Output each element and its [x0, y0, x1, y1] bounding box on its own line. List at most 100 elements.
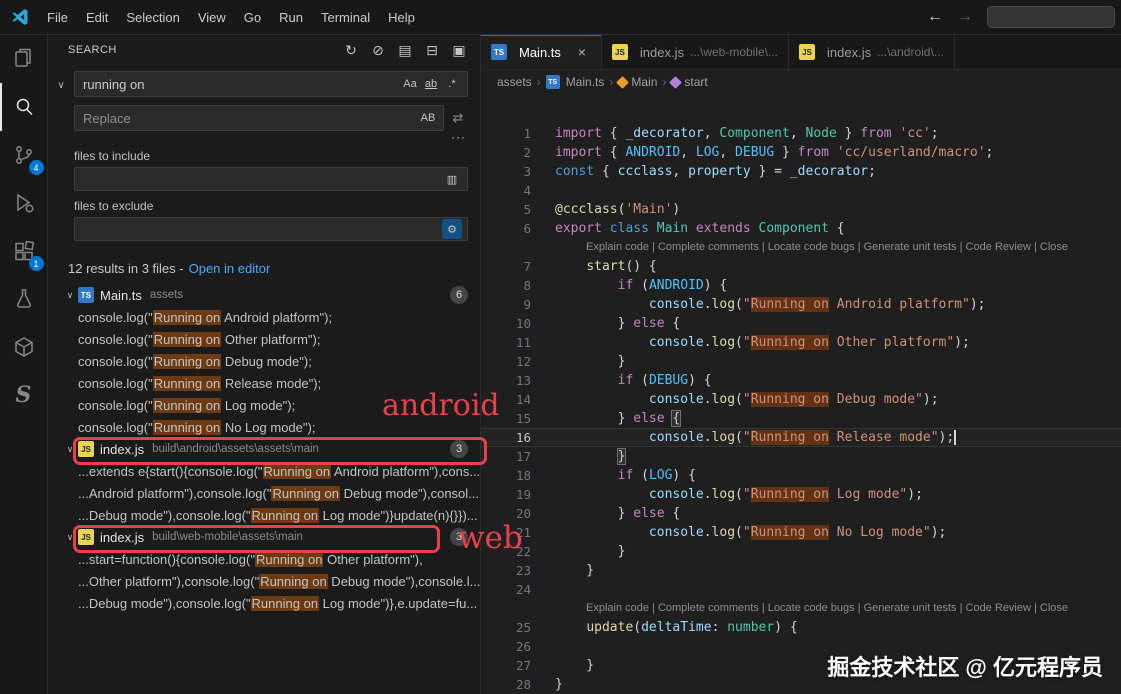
line-number[interactable]: 18 — [481, 466, 531, 485]
code-line[interactable]: 25 update(deltaTime: number) { — [481, 618, 1121, 637]
replace-input[interactable] — [74, 105, 444, 131]
line-number[interactable]: 23 — [481, 561, 531, 580]
tab-index.js[interactable]: JSindex.js...\android\... — [789, 35, 955, 69]
search-result-row[interactable]: console.log("Running on Debug mode"); — [48, 350, 480, 372]
code-line[interactable]: 12 } — [481, 352, 1121, 371]
menu-selection[interactable]: Selection — [117, 6, 188, 29]
tab-main.ts[interactable]: TSMain.ts× — [481, 35, 602, 69]
preserve-case-icon[interactable]: AB — [418, 108, 438, 128]
line-number[interactable]: 7 — [481, 257, 531, 276]
explorer-icon[interactable] — [0, 35, 48, 83]
line-number[interactable]: 1 — [481, 124, 531, 143]
code-line[interactable]: 6export class Main extends Component { — [481, 219, 1121, 238]
search-result-row[interactable]: ...Debug mode"),console.log("Running on … — [48, 592, 480, 614]
code-line[interactable]: 20 } else { — [481, 504, 1121, 523]
line-number[interactable]: 8 — [481, 276, 531, 295]
ai-codelens-actions[interactable]: Explain code | Complete comments | Locat… — [586, 599, 1068, 618]
regex-icon[interactable]: .* — [442, 74, 462, 94]
code-line[interactable]: 8 if (ANDROID) { — [481, 276, 1121, 295]
result-file-row[interactable]: ∨JSindex.jsbuild\web-mobile\assets\main3 — [48, 526, 480, 548]
line-number[interactable]: 19 — [481, 485, 531, 504]
search-details-toggle-icon[interactable]: ··· — [74, 132, 466, 145]
search-result-row[interactable]: ...start=function(){console.log("Running… — [48, 548, 480, 570]
line-number[interactable]: 12 — [481, 352, 531, 371]
whole-word-icon[interactable]: ab — [421, 74, 441, 94]
s-extension-icon[interactable]: S — [0, 371, 48, 419]
extensions-icon[interactable]: 1 — [0, 227, 48, 275]
toggle-replace-chevron-icon[interactable]: ∨ — [53, 77, 69, 93]
code-line[interactable]: 4 — [481, 181, 1121, 200]
code-line[interactable]: 18 if (LOG) { — [481, 466, 1121, 485]
code-line[interactable]: 19 console.log("Running on Log mode"); — [481, 485, 1121, 504]
new-search-editor-icon[interactable]: ▤ — [394, 39, 416, 61]
menu-go[interactable]: Go — [235, 6, 270, 29]
code-line[interactable]: 1import { _decorator, Component, Node } … — [481, 124, 1121, 143]
files-to-include-input[interactable] — [74, 167, 468, 191]
code-line[interactable]: 17 } — [481, 447, 1121, 466]
forward-arrow-icon[interactable]: → — [957, 9, 973, 25]
search-result-row[interactable]: ...extends e{start(){console.log("Runnin… — [48, 460, 480, 482]
line-number[interactable]: 26 — [481, 637, 531, 656]
menu-edit[interactable]: Edit — [77, 6, 117, 29]
command-center[interactable] — [987, 6, 1115, 28]
run-debug-icon[interactable] — [0, 179, 48, 227]
search-icon[interactable] — [0, 83, 48, 131]
close-tab-icon[interactable]: × — [573, 43, 591, 61]
breadcrumb-assets[interactable]: assets — [497, 75, 532, 89]
menu-run[interactable]: Run — [270, 6, 312, 29]
menu-help[interactable]: Help — [379, 6, 424, 29]
line-number[interactable]: 28 — [481, 675, 531, 694]
open-in-editor-link[interactable]: Open in editor — [189, 261, 271, 276]
search-result-row[interactable]: ...Android platform"),console.log("Runni… — [48, 482, 480, 504]
menu-file[interactable]: File — [38, 6, 77, 29]
breadcrumb-main.ts[interactable]: TSMain.ts — [546, 75, 605, 89]
refresh-icon[interactable]: ↻ — [340, 39, 362, 61]
line-number[interactable]: 5 — [481, 200, 531, 219]
line-number[interactable]: 24 — [481, 580, 531, 599]
result-file-row[interactable]: ∨JSindex.jsbuild\android\assets\assets\m… — [48, 438, 480, 460]
menu-view[interactable]: View — [189, 6, 235, 29]
code-line[interactable]: 3const { ccclass, property } = _decorato… — [481, 162, 1121, 181]
ai-codelens-actions[interactable]: Explain code | Complete comments | Locat… — [586, 238, 1068, 257]
replace-all-icon[interactable]: ⇄ — [448, 108, 468, 128]
back-arrow-icon[interactable]: ← — [927, 9, 943, 25]
files-to-exclude-input[interactable] — [74, 217, 468, 241]
breadcrumb-main[interactable]: Main — [618, 75, 657, 89]
line-number[interactable]: 27 — [481, 656, 531, 675]
search-result-row[interactable]: console.log("Running on Android platform… — [48, 306, 480, 328]
cube-extension-icon[interactable] — [0, 323, 48, 371]
menu-terminal[interactable]: Terminal — [312, 6, 379, 29]
code-line[interactable]: 23 } — [481, 561, 1121, 580]
search-result-row[interactable]: console.log("Running on Other platform")… — [48, 328, 480, 350]
line-number[interactable]: 17 — [481, 447, 531, 466]
view-as-tree-icon[interactable]: ▣ — [448, 39, 470, 61]
search-result-row[interactable]: ...Debug mode"),console.log("Running on … — [48, 504, 480, 526]
use-exclude-settings-icon[interactable]: ⚙ — [442, 219, 462, 239]
code-line[interactable]: 5@ccclass('Main') — [481, 200, 1121, 219]
breadcrumb-start[interactable]: start — [671, 75, 707, 89]
code-line[interactable]: 10 } else { — [481, 314, 1121, 333]
line-number[interactable]: 2 — [481, 143, 531, 162]
tab-index.js[interactable]: JSindex.js...\web-mobile\... — [602, 35, 789, 69]
line-number[interactable]: 25 — [481, 618, 531, 637]
line-number[interactable]: 4 — [481, 181, 531, 200]
code-line[interactable]: 14 console.log("Running on Debug mode"); — [481, 390, 1121, 409]
match-case-icon[interactable]: Aa — [400, 74, 420, 94]
line-number[interactable]: 11 — [481, 333, 531, 352]
line-number[interactable]: 16 — [481, 428, 531, 447]
open-editors-only-icon[interactable]: ▥ — [442, 169, 462, 189]
collapse-all-icon[interactable]: ⊟ — [421, 39, 443, 61]
code-line[interactable]: 7 start() { — [481, 257, 1121, 276]
code-line[interactable]: 11 console.log("Running on Other platfor… — [481, 333, 1121, 352]
clear-results-icon[interactable]: ⊘ — [367, 39, 389, 61]
code-line[interactable]: 15 } else { — [481, 409, 1121, 428]
testing-icon[interactable] — [0, 275, 48, 323]
code-line[interactable]: 9 console.log("Running on Android platfo… — [481, 295, 1121, 314]
line-number[interactable]: 3 — [481, 162, 531, 181]
code-line[interactable]: 24 — [481, 580, 1121, 599]
code-line[interactable]: 22 } — [481, 542, 1121, 561]
code-line[interactable]: 13 if (DEBUG) { — [481, 371, 1121, 390]
line-number[interactable]: 9 — [481, 295, 531, 314]
result-file-row[interactable]: ∨TSMain.tsassets6 — [48, 284, 480, 306]
line-number[interactable]: 6 — [481, 219, 531, 238]
